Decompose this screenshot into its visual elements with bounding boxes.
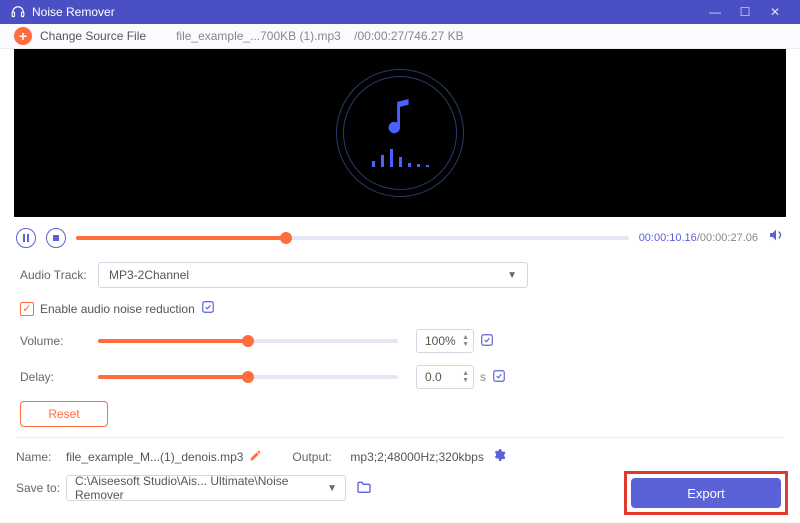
app-icon: [10, 4, 26, 20]
chevron-down-icon: ▼: [507, 270, 517, 281]
close-button[interactable]: ✕: [760, 5, 790, 19]
noise-settings-icon[interactable]: [201, 300, 215, 317]
save-path-select[interactable]: C:\Aiseesoft Studio\Ais... Ultimate\Nois…: [66, 475, 346, 501]
export-highlight: Export: [624, 471, 788, 515]
source-size: 746.27 KB: [408, 29, 464, 43]
audio-track-value: MP3-2Channel: [109, 268, 189, 282]
minimize-button[interactable]: —: [700, 5, 730, 19]
audio-track-label: Audio Track:: [20, 268, 98, 282]
delay-spinner[interactable]: ▲▼: [462, 370, 469, 384]
music-note-icon: [382, 99, 418, 139]
source-duration: 00:00:27: [358, 29, 405, 43]
name-value: file_example_M...(1)_denois.mp3: [66, 450, 243, 464]
audio-visualizer: [336, 69, 464, 197]
output-settings-icon[interactable]: [492, 448, 506, 465]
toolbar: + Change Source File file_example_...700…: [0, 24, 800, 49]
volume-icon[interactable]: [768, 227, 784, 248]
seek-slider[interactable]: [76, 236, 629, 240]
playback-bar: 00:00:10.16/00:00:27.06: [0, 217, 800, 256]
save-to-label: Save to:: [16, 481, 66, 495]
volume-sync-icon[interactable]: [480, 333, 494, 350]
stop-button[interactable]: [46, 228, 66, 248]
titlebar: Noise Remover — ☐ ✕: [0, 0, 800, 24]
delay-slider[interactable]: [98, 375, 398, 379]
output-name-row: Name: file_example_M...(1)_denois.mp3 Ou…: [16, 448, 784, 465]
audio-track-select[interactable]: MP3-2Channel ▼: [98, 262, 528, 288]
delay-unit: s: [480, 370, 486, 384]
volume-slider[interactable]: [98, 339, 398, 343]
noise-reduction-label: Enable audio noise reduction: [40, 302, 195, 316]
edit-name-icon[interactable]: [249, 449, 262, 465]
save-path-value: C:\Aiseesoft Studio\Ais... Ultimate\Nois…: [75, 474, 327, 502]
app-window: Noise Remover — ☐ ✕ + Change Source File…: [0, 0, 800, 523]
app-title: Noise Remover: [32, 5, 700, 19]
volume-label: Volume:: [20, 334, 98, 348]
reset-button[interactable]: Reset: [20, 401, 108, 427]
change-source-label[interactable]: Change Source File: [40, 29, 146, 43]
volume-row: Volume: 100%▲▼: [20, 329, 780, 353]
export-button[interactable]: Export: [631, 478, 781, 508]
preview-area: [14, 49, 786, 217]
time-current: 00:00:10.16: [639, 232, 697, 244]
noise-reduction-row: ✓ Enable audio noise reduction: [20, 300, 780, 317]
delay-sync-icon[interactable]: [492, 369, 506, 386]
controls-panel: Audio Track: MP3-2Channel ▼ ✓ Enable aud…: [0, 256, 800, 427]
source-file-name: file_example_...700KB (1).mp3: [176, 29, 341, 43]
equalizer-icon: [372, 147, 429, 167]
divider: [16, 437, 784, 438]
delay-input[interactable]: 0.0▲▼: [416, 365, 474, 389]
time-display: 00:00:10.16/00:00:27.06: [639, 232, 758, 244]
chevron-down-icon: ▼: [327, 483, 337, 494]
delay-label: Delay:: [20, 370, 98, 384]
time-total: 00:00:27.06: [700, 232, 758, 244]
maximize-button[interactable]: ☐: [730, 5, 760, 19]
name-label: Name:: [16, 450, 66, 464]
open-folder-icon[interactable]: [356, 480, 372, 497]
add-source-button[interactable]: +: [14, 27, 32, 45]
delay-row: Delay: 0.0▲▼ s: [20, 365, 780, 389]
volume-input[interactable]: 100%▲▼: [416, 329, 474, 353]
output-label: Output:: [292, 450, 342, 464]
source-info-sep: /: [341, 29, 358, 43]
pause-button[interactable]: [16, 228, 36, 248]
volume-spinner[interactable]: ▲▼: [462, 334, 469, 348]
noise-reduction-checkbox[interactable]: ✓: [20, 302, 34, 316]
audio-track-row: Audio Track: MP3-2Channel ▼: [20, 262, 780, 288]
output-value: mp3;2;48000Hz;320kbps: [350, 450, 483, 464]
